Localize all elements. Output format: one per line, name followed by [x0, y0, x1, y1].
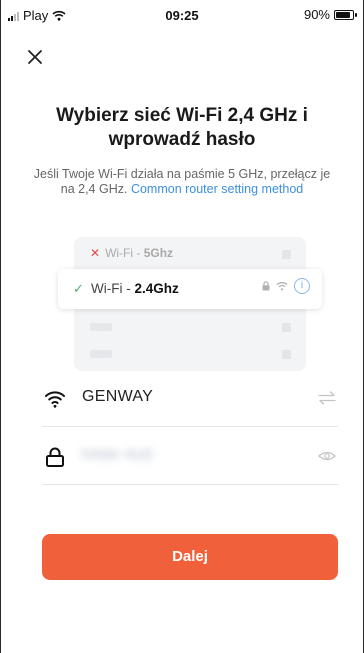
eye-icon[interactable] — [318, 448, 336, 464]
info-icon: i — [294, 278, 310, 294]
illustration-selected-network: ✓ Wi-Fi - 2.4Ghz i — [58, 269, 322, 309]
wifi-name-value: GENWAY — [82, 388, 154, 405]
illustration-square — [282, 323, 291, 332]
router-help-link[interactable]: Common router setting method — [131, 182, 303, 196]
illustration-wrong-network: ✕ Wi-Fi - 5Ghz — [90, 246, 173, 260]
status-right: 90% — [303, 7, 357, 22]
wrong-network-label: Wi-Fi - 5Ghz — [105, 246, 174, 260]
page-subtitle: Jeśli Twoje Wi-Fi działa na paśmie 5 GHz… — [28, 167, 336, 197]
illustration-placeholder-bar — [90, 350, 112, 358]
password-field[interactable]: h4de-4u5 — [42, 427, 338, 485]
lock-icon — [46, 447, 64, 467]
illustration-square — [282, 250, 291, 259]
battery-percent: 90% — [303, 7, 330, 22]
battery-icon — [334, 9, 357, 20]
lock-icon — [262, 281, 270, 291]
next-button[interactable]: Dalej — [42, 534, 338, 580]
password-value: h4de-4u5 — [82, 446, 154, 463]
status-bar: Play 09:25 90% — [0, 0, 364, 30]
wifi-name-field[interactable]: GENWAY — [42, 369, 338, 427]
cross-icon: ✕ — [90, 246, 101, 260]
close-icon[interactable] — [26, 48, 44, 66]
selected-network-icons: i — [262, 278, 310, 294]
selected-network-label: Wi-Fi - 2.4Ghz — [91, 281, 179, 296]
battery-fill — [336, 11, 351, 18]
page-title: Wybierz sieć Wi-Fi 2,4 GHz i wprowadź ha… — [56, 105, 308, 150]
check-icon: ✓ — [73, 281, 84, 296]
swap-icon[interactable] — [318, 390, 336, 406]
illustration-square — [282, 350, 291, 359]
illustration-placeholder-bar — [90, 323, 112, 331]
wifi-signal-icon — [276, 282, 288, 291]
wifi-icon — [45, 391, 65, 408]
